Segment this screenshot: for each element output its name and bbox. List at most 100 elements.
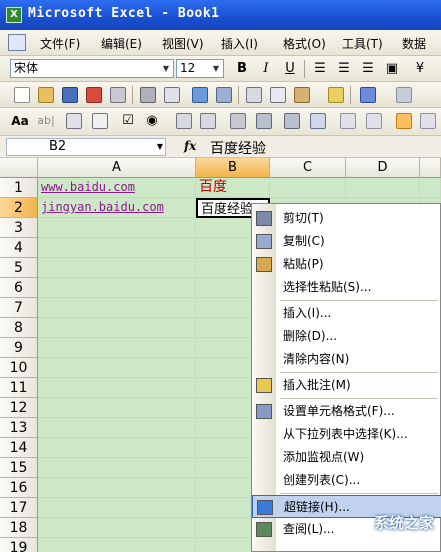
context-menu-item-7[interactable]: 插入批注(M) (252, 374, 441, 397)
redo-icon[interactable] (396, 87, 412, 103)
print-preview-icon[interactable] (164, 87, 180, 103)
format-painter-icon[interactable] (328, 87, 344, 103)
currency-icon[interactable]: ¥ (410, 60, 430, 78)
edit-code-icon[interactable] (340, 113, 356, 129)
merge-center-icon[interactable]: ▣ (382, 60, 402, 78)
cell-a9[interactable] (38, 338, 196, 358)
paste-icon[interactable] (294, 87, 310, 103)
cell-a10[interactable] (38, 358, 196, 378)
row-header-13[interactable]: 13 (0, 418, 38, 438)
context-menu-item-3[interactable]: 选择性粘贴(S)... (252, 276, 441, 299)
excel-app-icon[interactable]: X (6, 7, 22, 23)
edit-box-icon[interactable]: ab| (36, 112, 56, 130)
cell-a2[interactable]: jingyan.baidu.com (38, 198, 196, 218)
menu-format[interactable]: 格式(O) (283, 35, 326, 52)
cell-a18[interactable] (38, 518, 196, 538)
column-header-d[interactable]: D (346, 158, 420, 178)
cell-a3[interactable] (38, 218, 196, 238)
context-menu-item-10[interactable]: 添加监视点(W) (252, 446, 441, 469)
chevron-down-icon[interactable]: ▼ (157, 139, 163, 155)
row-header-10[interactable]: 10 (0, 358, 38, 378)
cell-a11[interactable] (38, 378, 196, 398)
name-box[interactable]: B2 ▼ (6, 138, 166, 156)
context-menu-item-6[interactable]: 清除内容(N) (252, 348, 441, 371)
grid-toggle-active-icon[interactable] (396, 113, 412, 129)
row-header-2[interactable]: 2 (0, 198, 38, 218)
context-menu-item-1[interactable]: 复制(C) (252, 230, 441, 253)
menu-view[interactable]: 视图(V) (162, 35, 204, 52)
context-menu-item-8[interactable]: 设置单元格格式(F)... (252, 400, 441, 423)
bold-button[interactable]: B (232, 60, 252, 78)
spelling-icon[interactable] (192, 87, 208, 103)
run-dialog-icon[interactable] (420, 113, 436, 129)
email-icon[interactable] (110, 87, 126, 103)
label-control-icon[interactable]: Aa (10, 112, 30, 130)
formula-input[interactable]: 百度经验 (210, 138, 266, 158)
row-header-6[interactable]: 6 (0, 278, 38, 298)
row-header-15[interactable]: 15 (0, 458, 38, 478)
workbook-doc-icon[interactable] (8, 34, 26, 51)
cell-a4[interactable] (38, 238, 196, 258)
cell-a1[interactable]: www.baidu.com (38, 178, 196, 198)
combo-list-edit-icon[interactable] (230, 113, 246, 129)
cell-e1[interactable] (420, 178, 441, 198)
undo-icon[interactable] (360, 87, 376, 103)
context-menu-item-11[interactable]: 创建列表(C)... (252, 469, 441, 492)
align-left-icon[interactable]: ☰ (310, 60, 330, 78)
font-name-select[interactable]: 宋体 ▼ (10, 59, 174, 78)
italic-button[interactable]: I (256, 60, 276, 78)
row-header-19[interactable]: 19 (0, 538, 38, 552)
row-header-18[interactable]: 18 (0, 518, 38, 538)
row-header-9[interactable]: 9 (0, 338, 38, 358)
group-box-icon[interactable] (66, 113, 82, 129)
context-menu-item-0[interactable]: 剪切(T) (252, 207, 441, 230)
combo-box-icon[interactable] (200, 113, 216, 129)
row-header-17[interactable]: 17 (0, 498, 38, 518)
permission-icon[interactable] (86, 87, 102, 103)
row-header-14[interactable]: 14 (0, 438, 38, 458)
column-header-b[interactable]: B (196, 158, 270, 178)
row-header-8[interactable]: 8 (0, 318, 38, 338)
cell-a15[interactable] (38, 458, 196, 478)
row-header-3[interactable]: 3 (0, 218, 38, 238)
row-header-16[interactable]: 16 (0, 478, 38, 498)
insert-function-icon[interactable]: fx (184, 139, 196, 153)
cell-a8[interactable] (38, 318, 196, 338)
context-menu-item-2[interactable]: 粘贴(P) (252, 253, 441, 276)
menu-insert[interactable]: 插入(I) (221, 35, 258, 52)
new-doc-icon[interactable] (14, 87, 30, 103)
cell-a14[interactable] (38, 438, 196, 458)
chevron-down-icon[interactable]: ▼ (159, 60, 173, 77)
option-button-icon[interactable]: ◉ (142, 112, 162, 130)
row-header-7[interactable]: 7 (0, 298, 38, 318)
print-icon[interactable] (140, 87, 156, 103)
underline-button[interactable]: U (280, 60, 300, 78)
select-all-corner[interactable] (0, 158, 38, 178)
context-menu-item-5[interactable]: 删除(D)... (252, 325, 441, 348)
menu-tools[interactable]: 工具(T) (342, 35, 383, 52)
control-properties-icon[interactable] (310, 113, 326, 129)
row-header-12[interactable]: 12 (0, 398, 38, 418)
list-box-icon[interactable] (176, 113, 192, 129)
cell-a19[interactable] (38, 538, 196, 552)
font-size-select[interactable]: 12 ▼ (176, 59, 224, 78)
menu-edit[interactable]: 编辑(E) (101, 35, 142, 52)
copy-icon[interactable] (270, 87, 286, 103)
align-right-icon[interactable]: ☰ (358, 60, 378, 78)
chevron-down-icon[interactable]: ▼ (209, 60, 223, 77)
context-menu-item-4[interactable]: 插入(I)... (252, 302, 441, 325)
align-center-icon[interactable]: ☰ (334, 60, 354, 78)
column-header-c[interactable]: C (270, 158, 346, 178)
cell-a7[interactable] (38, 298, 196, 318)
checkbox-control-icon[interactable]: ☑ (118, 112, 138, 130)
scissors-icon[interactable] (246, 87, 262, 103)
row-header-11[interactable]: 11 (0, 378, 38, 398)
save-icon[interactable] (62, 87, 78, 103)
scroll-bar-control-icon[interactable] (256, 113, 272, 129)
column-header-a[interactable]: A (38, 158, 196, 178)
spinner-control-icon[interactable] (284, 113, 300, 129)
cell-a6[interactable] (38, 278, 196, 298)
column-header-e[interactable] (420, 158, 441, 178)
context-menu-item-9[interactable]: 从下拉列表中选择(K)... (252, 423, 441, 446)
cell-c1[interactable] (270, 178, 346, 198)
